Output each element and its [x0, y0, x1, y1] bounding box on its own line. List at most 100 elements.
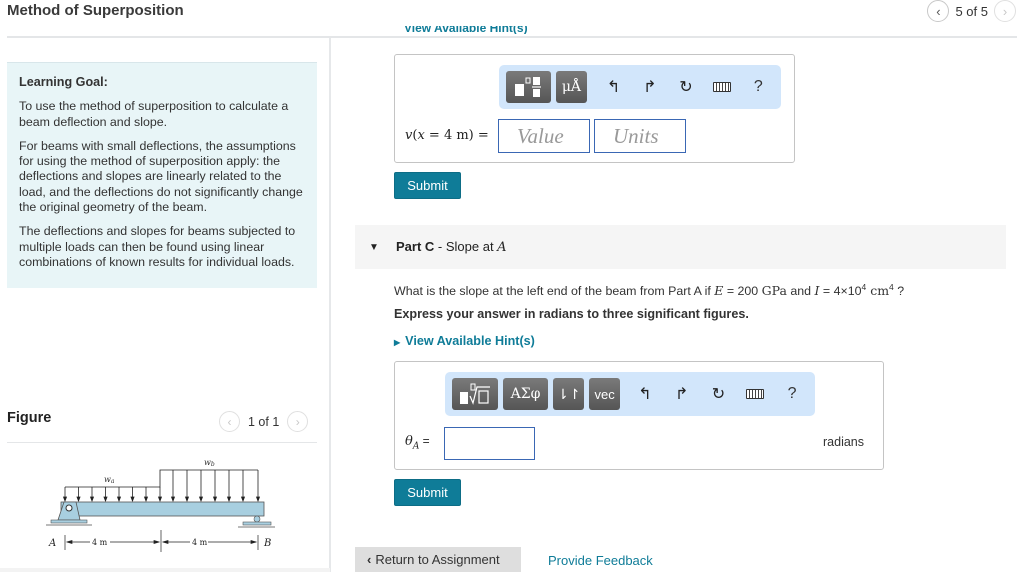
chevron-right-icon: ›	[295, 414, 300, 429]
keyboard-icon	[713, 82, 732, 92]
templates-icon	[515, 77, 542, 97]
wa-label: wa	[104, 475, 115, 485]
figure-heading: Figure	[7, 410, 52, 426]
arrows-button[interactable]: ⇂↾	[553, 378, 585, 410]
part-c-hint-link[interactable]: ▶ View Available Hint(s)	[394, 334, 535, 348]
help-button[interactable]: ?	[776, 378, 808, 410]
templates-button[interactable]	[452, 378, 498, 410]
prev-problem-button[interactable]: ‹	[927, 0, 950, 22]
learning-goal-paragraph: For beams with small deflections, the as…	[19, 138, 303, 215]
load-arrowhead	[212, 496, 218, 503]
part-c-toolbar: ΑΣφ ⇂↾ vec ↰ ↱ ↻ ?	[445, 372, 815, 416]
undo-button[interactable]: ↰	[629, 378, 661, 410]
next-figure-button[interactable]: ›	[287, 411, 309, 432]
reset-button[interactable]: ↻	[670, 71, 701, 103]
greek-icon: ΑΣφ	[510, 386, 541, 402]
reset-icon: ↻	[711, 386, 726, 403]
keyboard-button[interactable]	[739, 378, 771, 410]
support-a-label: A	[48, 538, 56, 549]
learning-goal-box: Learning Goal: To use the method of supe…	[7, 62, 317, 288]
reset-button[interactable]: ↻	[703, 378, 735, 410]
part-c-header[interactable]: ▼ Part C - Slope at A	[355, 225, 1006, 269]
templates-icon	[459, 383, 490, 405]
left-panel-bottom	[0, 568, 330, 572]
slope-equation-label: θA =	[405, 434, 430, 452]
pager-text: 5 of 5	[955, 3, 988, 19]
provide-feedback-link[interactable]: Provide Feedback	[548, 553, 653, 568]
arrows-icon: ⇂↾	[557, 385, 581, 402]
figure-divider	[7, 442, 317, 443]
part-c-question: What is the slope at the left end of the…	[394, 282, 905, 299]
chevron-right-icon: ›	[1002, 3, 1008, 19]
learning-goal-paragraph: The deflections and slopes for beams sub…	[19, 224, 296, 269]
prev-figure-button[interactable]: ‹	[219, 411, 240, 432]
undo-button[interactable]: ↰	[598, 71, 629, 103]
next-problem-button[interactable]: ›	[994, 0, 1016, 22]
load-arrowhead	[255, 496, 261, 503]
keyboard-icon	[746, 389, 765, 399]
help-icon: ?	[787, 385, 797, 402]
help-button[interactable]: ?	[743, 71, 774, 103]
caret-down-icon: ▼	[369, 241, 379, 253]
keyboard-button[interactable]	[707, 71, 738, 103]
problem-pager: ‹ 5 of 5 ›	[927, 0, 1016, 22]
vector-button[interactable]: vec	[589, 378, 620, 410]
unit-label: radians	[823, 435, 864, 449]
span2-label: 4 m	[192, 538, 208, 547]
load-arrowhead	[184, 496, 190, 503]
page-title: Method of Superposition	[7, 2, 184, 19]
units-input[interactable]: Units	[594, 119, 686, 153]
load-arrowhead	[130, 496, 135, 503]
load-arrowhead	[62, 496, 68, 503]
load-arrowhead	[143, 496, 149, 503]
reset-icon: ↻	[679, 79, 693, 96]
support-b-label: B	[263, 538, 271, 549]
beam-figure: wa wb A B 4 m 4 m	[46, 458, 275, 552]
units-button[interactable]: μÅ	[555, 71, 588, 103]
units-icon: μÅ	[561, 79, 582, 95]
undo-icon: ↰	[638, 386, 652, 403]
part-b-answer-box: μÅ ↰ ↱ ↻ ? v(x = 4 m) = Value Units	[394, 54, 795, 163]
part-c-title: Part C - Slope at A	[396, 239, 507, 255]
roller-support-b	[238, 515, 275, 528]
part-c-answer-box: ΑΣφ ⇂↾ vec ↰ ↱ ↻ ? θA = radians	[394, 361, 884, 470]
chevron-left-icon: ‹	[367, 552, 372, 567]
redo-icon: ↱	[643, 79, 657, 96]
part-b-submit-button[interactable]: Submit	[394, 172, 461, 199]
learning-goal-paragraph: To use the method of superposition to ca…	[19, 99, 289, 129]
span1-label: 4 m	[92, 538, 108, 547]
vec-icon: vec	[594, 386, 615, 402]
load-arrowhead	[76, 496, 81, 503]
load-arrowhead	[116, 496, 122, 503]
templates-button[interactable]	[506, 71, 551, 103]
slope-answer-input[interactable]	[444, 427, 535, 460]
load-arrowhead	[89, 496, 95, 503]
redo-button[interactable]: ↱	[634, 71, 665, 103]
load-arrows	[62, 470, 261, 503]
wb-label: wb	[204, 458, 215, 468]
part-b-hint-link[interactable]: View Available Hint(s)	[404, 26, 528, 34]
chevron-left-icon: ‹	[936, 3, 941, 19]
deflection-equation-label: v(x = 4 m) =	[405, 128, 489, 143]
load-arrowhead	[170, 496, 176, 503]
load-arrowhead	[103, 496, 108, 503]
part-b-toolbar: μÅ ↰ ↱ ↻ ?	[499, 65, 781, 109]
load-arrowhead	[198, 496, 204, 503]
part-c-submit-button[interactable]: Submit	[394, 479, 461, 506]
left-panel: Learning Goal: To use the method of supe…	[0, 38, 330, 572]
redo-icon: ↱	[674, 386, 689, 403]
undo-icon: ↰	[606, 79, 621, 96]
part-c-instruction: Express your answer in radians to three …	[394, 307, 749, 321]
greek-button[interactable]: ΑΣφ	[502, 378, 549, 410]
return-to-assignment-button[interactable]: ‹ Return to Assignment	[355, 547, 521, 572]
help-icon: ?	[753, 78, 763, 95]
redo-button[interactable]: ↱	[666, 378, 698, 410]
load-arrowhead	[240, 496, 246, 503]
value-input[interactable]: Value	[498, 119, 590, 153]
beam	[60, 501, 265, 517]
load-arrowhead	[226, 496, 232, 503]
caret-right-icon: ▶	[394, 338, 401, 347]
figure-pager: ‹ 1 of 1 ›	[219, 411, 309, 432]
learning-goal-heading: Learning Goal:	[19, 75, 108, 89]
chevron-left-icon: ‹	[227, 414, 232, 429]
